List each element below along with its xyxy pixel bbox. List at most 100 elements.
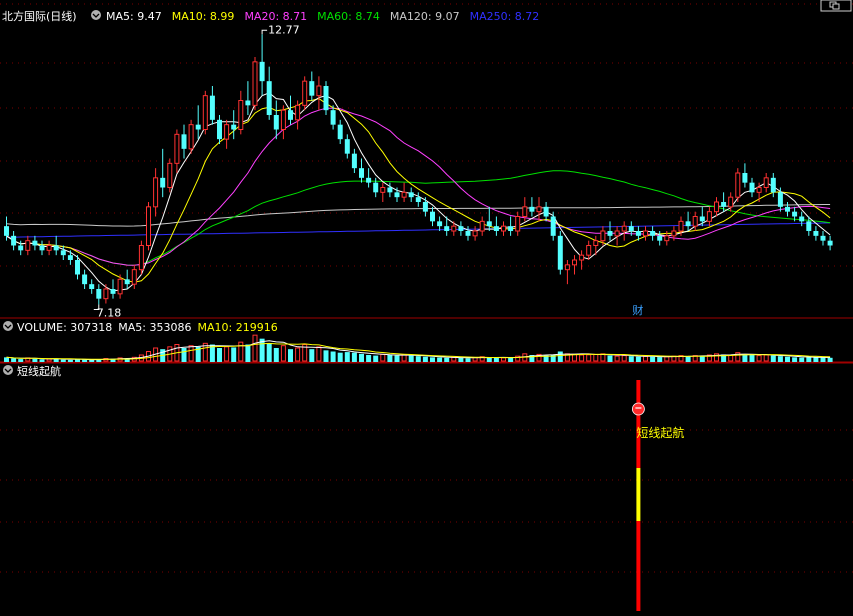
candle-body bbox=[146, 206, 151, 246]
ma-label: MA5: 9.47 bbox=[106, 10, 162, 23]
candle-body bbox=[153, 177, 159, 208]
volume-bar bbox=[643, 355, 648, 362]
candle-body bbox=[337, 124, 343, 140]
signal-bar-segment bbox=[636, 521, 641, 611]
ma-label: MA120: 9.07 bbox=[390, 10, 460, 23]
candle-body bbox=[735, 172, 741, 198]
volume-bar bbox=[593, 353, 599, 362]
candle-body bbox=[380, 187, 386, 193]
volume-bar bbox=[224, 346, 230, 362]
indicator-title: 短线起航 bbox=[17, 364, 61, 378]
volume-bar bbox=[501, 357, 506, 362]
candle-body bbox=[756, 187, 762, 193]
candle-body bbox=[437, 221, 443, 227]
ma-label: MA60: 8.74 bbox=[317, 10, 380, 23]
volume-bar bbox=[39, 359, 45, 362]
volume-bar bbox=[408, 355, 414, 362]
pane-menu-chevron-down-icon[interactable] bbox=[91, 10, 101, 20]
candle-body bbox=[472, 230, 478, 237]
ma-lines bbox=[6, 92, 831, 292]
candle-body bbox=[323, 86, 329, 111]
financial-report-marker[interactable]: 财 bbox=[632, 303, 643, 317]
candle-body bbox=[415, 197, 421, 202]
candle-body bbox=[217, 119, 222, 140]
candle-body bbox=[408, 192, 414, 198]
volume-bar bbox=[820, 357, 826, 362]
volume-bar bbox=[309, 349, 315, 362]
candles bbox=[4, 34, 833, 305]
candle-body bbox=[529, 206, 535, 212]
candle-body bbox=[259, 61, 265, 82]
ma-line bbox=[6, 92, 831, 292]
volume-label: VOLUME: 307318 bbox=[17, 321, 112, 334]
ma-line bbox=[6, 170, 831, 266]
volume-bar bbox=[422, 356, 428, 362]
volume-bar bbox=[316, 346, 322, 362]
volume-bar bbox=[444, 357, 450, 362]
candle-body bbox=[238, 100, 244, 130]
volume-bar bbox=[344, 352, 350, 362]
volume-bar bbox=[359, 353, 364, 362]
candle-body bbox=[195, 124, 201, 130]
volume-bar bbox=[493, 357, 499, 362]
volume-bar bbox=[67, 359, 73, 362]
volume-bar bbox=[280, 345, 286, 362]
volume-bar bbox=[614, 355, 620, 362]
signal-bar-segment bbox=[636, 468, 641, 521]
candle-body bbox=[4, 226, 9, 236]
candle-body bbox=[181, 134, 187, 149]
candle-body bbox=[486, 221, 492, 227]
candle-body bbox=[728, 196, 734, 208]
volume-bar bbox=[465, 358, 471, 362]
volume-bar bbox=[89, 359, 95, 362]
window-restore-icon[interactable] bbox=[820, 0, 852, 12]
candle-body bbox=[344, 139, 350, 154]
financial-marker[interactable]: 财 bbox=[630, 302, 647, 317]
candle-body bbox=[60, 250, 66, 256]
high-price-label: 12.77 bbox=[268, 23, 300, 36]
candle-body bbox=[430, 211, 435, 222]
candle-body bbox=[564, 264, 570, 271]
candle-body bbox=[174, 133, 180, 164]
volume-bar bbox=[394, 355, 400, 362]
signal-ball-icon bbox=[632, 402, 645, 416]
candle-body bbox=[394, 192, 400, 198]
candle-body bbox=[714, 201, 719, 213]
volume-bar bbox=[4, 357, 9, 362]
volume-pane-menu-chevron-down-icon[interactable] bbox=[3, 321, 13, 331]
candle-body bbox=[550, 216, 556, 236]
candle-body bbox=[245, 100, 251, 106]
stock-label: 北方国际(日线) bbox=[2, 9, 77, 23]
volume-bar bbox=[770, 355, 776, 362]
volume-bar bbox=[635, 356, 641, 362]
volume-bar bbox=[337, 352, 343, 362]
candle-body bbox=[351, 153, 357, 169]
candle-body bbox=[202, 95, 208, 130]
volume-bar bbox=[32, 358, 38, 362]
candle-body bbox=[266, 81, 272, 115]
ma-label: MA250: 8.72 bbox=[470, 10, 540, 23]
stock-chart: 北方国际(日线) MA5: 9.47 MA10: 8.99 MA20: 8.71 MA… bbox=[0, 0, 853, 611]
candle-body bbox=[39, 245, 45, 251]
volume-bar bbox=[763, 354, 769, 362]
candle-body bbox=[586, 245, 592, 256]
volume-bar bbox=[401, 354, 407, 362]
candle-body bbox=[479, 220, 485, 232]
candle-body bbox=[643, 230, 648, 237]
candle-body bbox=[209, 95, 215, 120]
volume-bar bbox=[330, 351, 336, 362]
volume-bar bbox=[586, 354, 592, 362]
candle-body bbox=[827, 240, 833, 246]
candle-body bbox=[579, 254, 585, 261]
candle-body bbox=[25, 240, 31, 251]
volume-bar bbox=[607, 355, 613, 362]
candle-body bbox=[721, 202, 727, 207]
volume-bar bbox=[650, 356, 656, 362]
candle-body bbox=[273, 115, 279, 130]
candle-body bbox=[224, 124, 230, 140]
ma-label: MA10: 8.99 bbox=[172, 10, 235, 23]
high-annotation: 12.77 bbox=[261, 23, 300, 36]
volume-bar bbox=[777, 356, 783, 362]
indicator-pane-menu-chevron-down-icon[interactable] bbox=[3, 365, 13, 375]
volume-bar bbox=[266, 343, 272, 362]
